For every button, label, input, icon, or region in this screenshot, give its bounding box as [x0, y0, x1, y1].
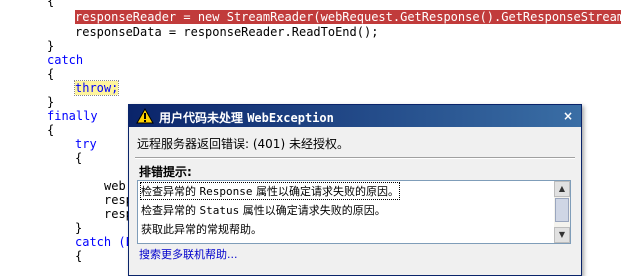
- scroll-down-icon[interactable]: ▼: [554, 227, 570, 243]
- hint-text: 属性以确定请求失败的原因。: [239, 204, 386, 217]
- exception-assistant-dialog[interactable]: 用户代码未处理 WebException × 远程服务器返回错误: (401) …: [128, 104, 582, 276]
- code-line-brace: }: [47, 39, 55, 53]
- throw-statement-highlight: throw;: [73, 80, 120, 96]
- warning-icon: [136, 107, 154, 124]
- divider: [135, 157, 575, 159]
- dialog-title-prefix: 用户代码未处理: [159, 111, 248, 125]
- code-line-brace: }: [47, 95, 55, 109]
- exception-message: 远程服务器返回错误: (401) 未经授权。: [137, 137, 349, 151]
- code-line-brace: {: [75, 249, 83, 263]
- code-line-brace: {: [47, 0, 55, 8]
- code-line-brace: {: [75, 151, 83, 165]
- hint-text: 检查异常的: [141, 204, 200, 217]
- scroll-thumb[interactable]: [555, 198, 569, 222]
- hints-list[interactable]: 检查异常的 Response 属性以确定请求失败的原因。 检查异常的 Statu…: [137, 180, 571, 244]
- hint-text: Status: [199, 204, 240, 217]
- hint-text: Response: [199, 185, 253, 198]
- hint-item[interactable]: 检查异常的 Status 属性以确定请求失败的原因。: [141, 202, 386, 218]
- code-line-brace: {: [47, 123, 55, 137]
- hints-scrollbar[interactable]: ▲ ▼: [554, 181, 570, 243]
- dialog-title: 用户代码未处理 WebException: [159, 109, 334, 126]
- code-line-stream-reader: responseReader = new StreamReader(webReq…: [75, 10, 621, 24]
- code-line-read-to-end: responseData = responseReader.ReadToEnd(…: [75, 25, 379, 39]
- hint-item[interactable]: 检查异常的 Response 属性以确定请求失败的原因。: [140, 182, 400, 200]
- code-line-brace: }: [75, 221, 83, 235]
- hint-item[interactable]: 获取此异常的常规帮助。: [141, 221, 262, 237]
- current-statement-highlight: responseReader = new StreamReader(webReq…: [75, 10, 621, 24]
- scroll-up-icon[interactable]: ▲: [554, 181, 570, 197]
- code-line-partial: web: [104, 179, 126, 193]
- hint-text: 属性以确定请求失败的原因。: [252, 185, 399, 198]
- search-online-help-link[interactable]: 搜索更多联机帮助...: [139, 246, 238, 262]
- code-line-brace: {: [47, 67, 55, 81]
- close-icon[interactable]: ×: [561, 109, 575, 123]
- code-keyword-finally: finally: [47, 109, 98, 123]
- code-keyword-catch: catch: [47, 53, 84, 67]
- hint-text: 检查异常的: [141, 185, 200, 198]
- hint-text: 获取此异常的常规帮助。: [141, 223, 262, 236]
- code-line-throw: throw;: [73, 80, 120, 96]
- code-keyword-catch: catch (E: [75, 235, 133, 249]
- dialog-titlebar[interactable]: 用户代码未处理 WebException ×: [129, 105, 581, 127]
- hints-header: 排错提示:: [139, 165, 192, 179]
- dialog-title-exception: WebException: [247, 111, 334, 125]
- code-keyword-try: try: [75, 137, 97, 151]
